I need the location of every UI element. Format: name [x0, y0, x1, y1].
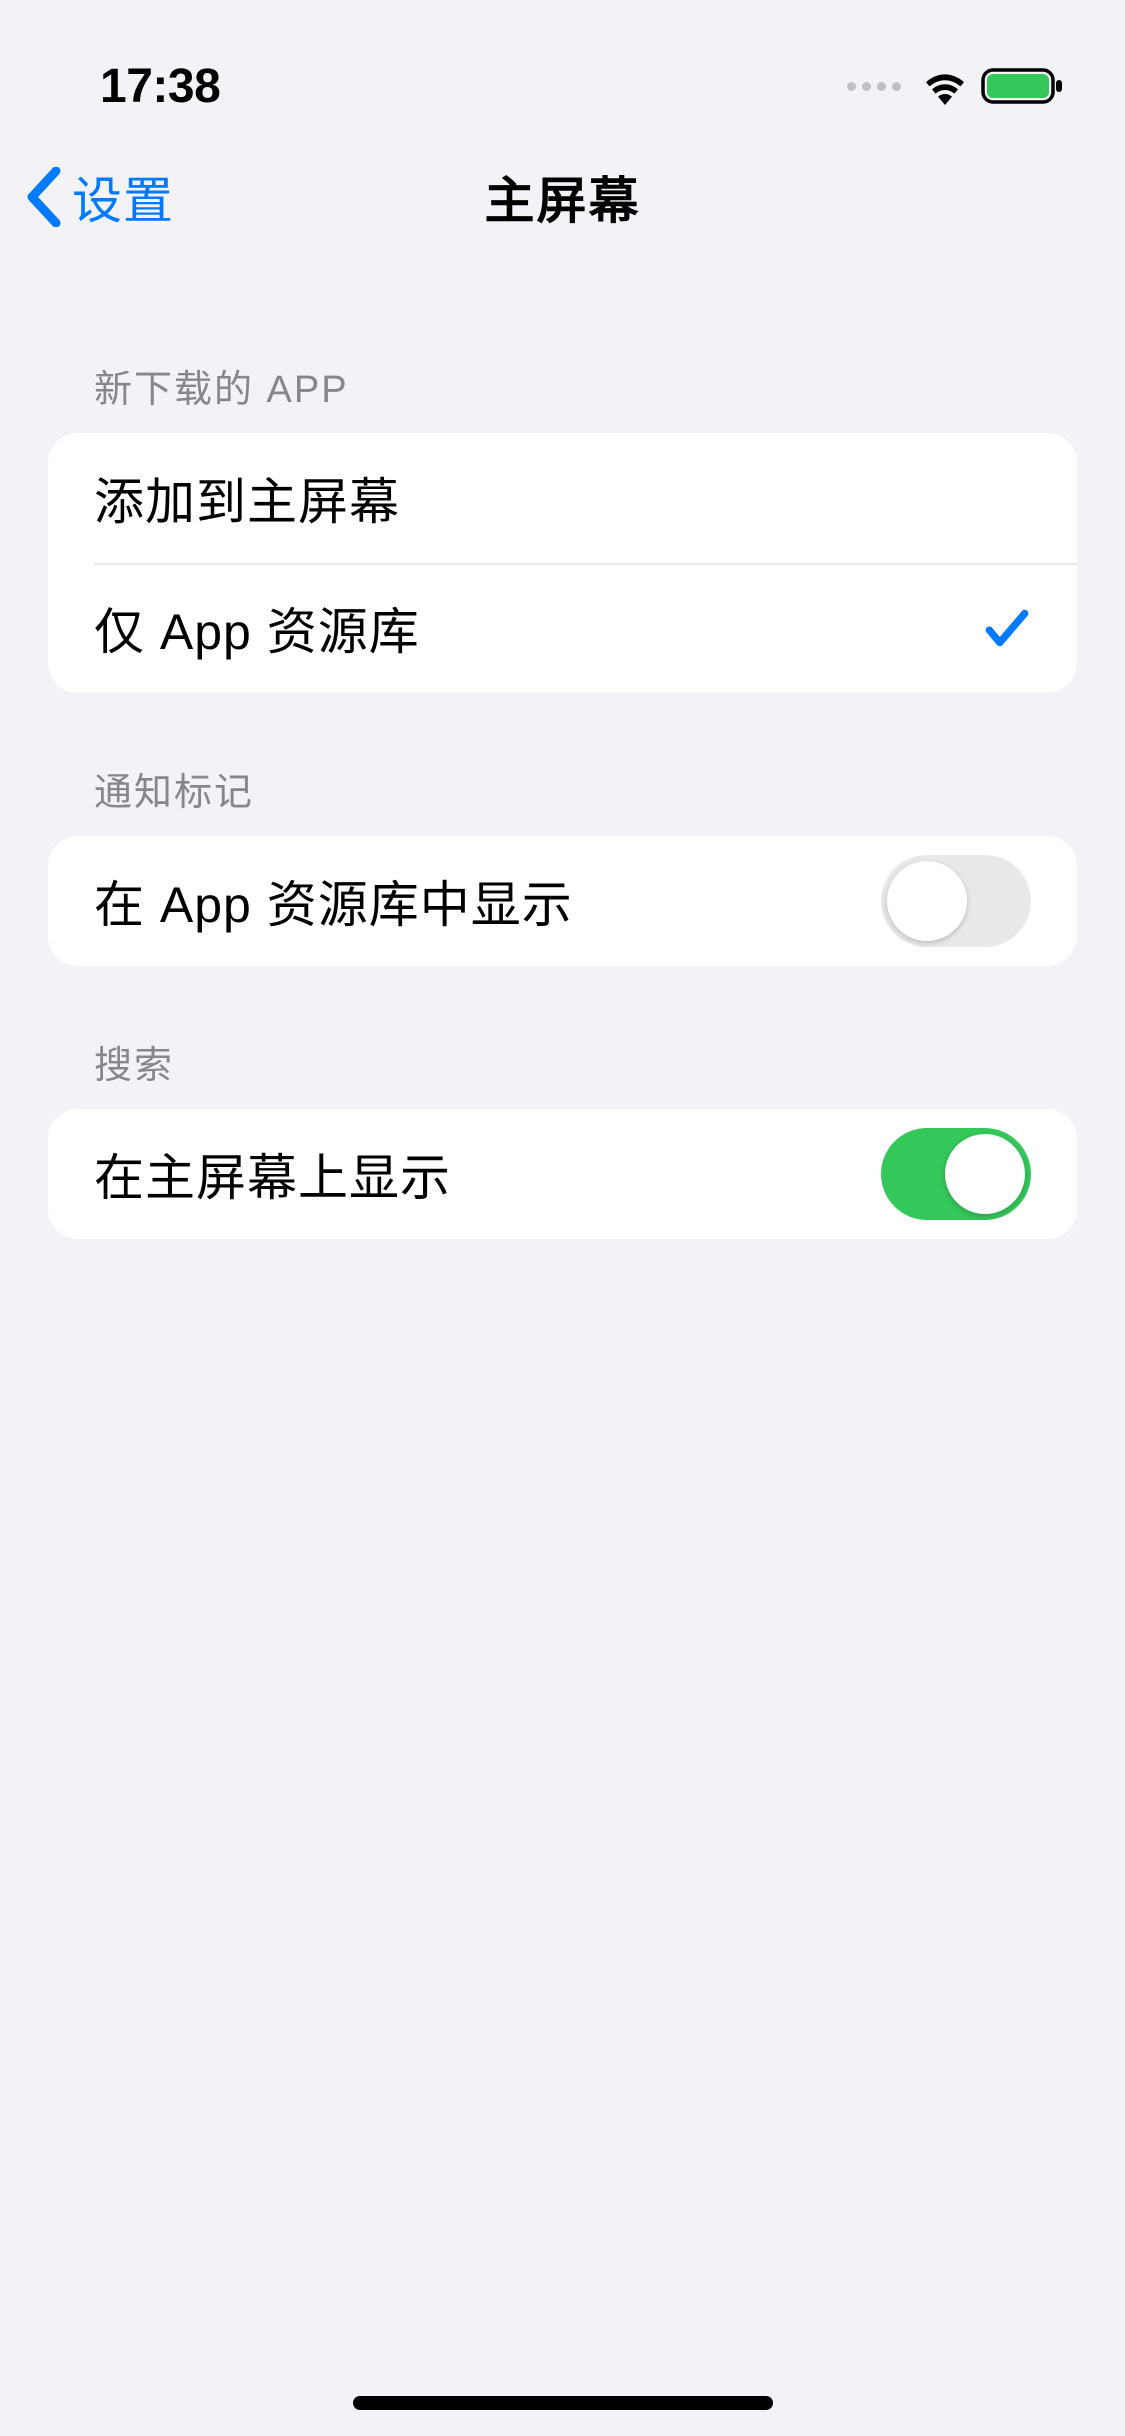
checkmark-icon	[981, 603, 1031, 653]
row-show-on-home-screen: 在主屏幕上显示	[48, 1109, 1077, 1239]
group-search: 在主屏幕上显示	[48, 1109, 1077, 1239]
option-add-to-home-screen[interactable]: 添加到主屏幕	[48, 433, 1077, 563]
option-app-library-only[interactable]: 仅 App 资源库	[48, 563, 1077, 693]
section-header-badges: 通知标记	[48, 761, 1077, 836]
home-indicator[interactable]	[353, 2396, 773, 2410]
chevron-left-icon	[24, 167, 62, 227]
nav-bar: 设置 主屏幕	[0, 132, 1125, 262]
row-label: 在 App 资源库中显示	[94, 865, 573, 937]
row-label: 在主屏幕上显示	[94, 1138, 451, 1210]
section-new-apps: 新下载的 APP 添加到主屏幕 仅 App 资源库	[48, 358, 1077, 693]
back-label: 设置	[72, 161, 174, 233]
toggle-show-in-app-library[interactable]	[881, 855, 1031, 947]
option-label: 仅 App 资源库	[94, 592, 420, 664]
status-indicators	[847, 66, 1065, 106]
content: 新下载的 APP 添加到主屏幕 仅 App 资源库 通知标记 在 App 资源库…	[0, 358, 1125, 1239]
toggle-knob	[887, 861, 967, 941]
group-badges: 在 App 资源库中显示	[48, 836, 1077, 966]
toggle-show-on-home-screen[interactable]	[881, 1128, 1031, 1220]
section-header-new-apps: 新下载的 APP	[48, 358, 1077, 433]
battery-icon	[981, 66, 1065, 106]
row-show-in-app-library: 在 App 资源库中显示	[48, 836, 1077, 966]
back-button[interactable]: 设置	[0, 161, 174, 233]
group-new-apps: 添加到主屏幕 仅 App 资源库	[48, 433, 1077, 693]
section-search: 搜索 在主屏幕上显示	[48, 1034, 1077, 1239]
section-notification-badges: 通知标记 在 App 资源库中显示	[48, 761, 1077, 966]
toggle-knob	[945, 1134, 1025, 1214]
option-label: 添加到主屏幕	[94, 462, 400, 534]
wifi-icon	[921, 67, 969, 105]
status-time: 17:38	[100, 59, 220, 114]
section-header-search: 搜索	[48, 1034, 1077, 1109]
status-bar: 17:38	[0, 0, 1125, 132]
status-dots	[847, 82, 901, 91]
